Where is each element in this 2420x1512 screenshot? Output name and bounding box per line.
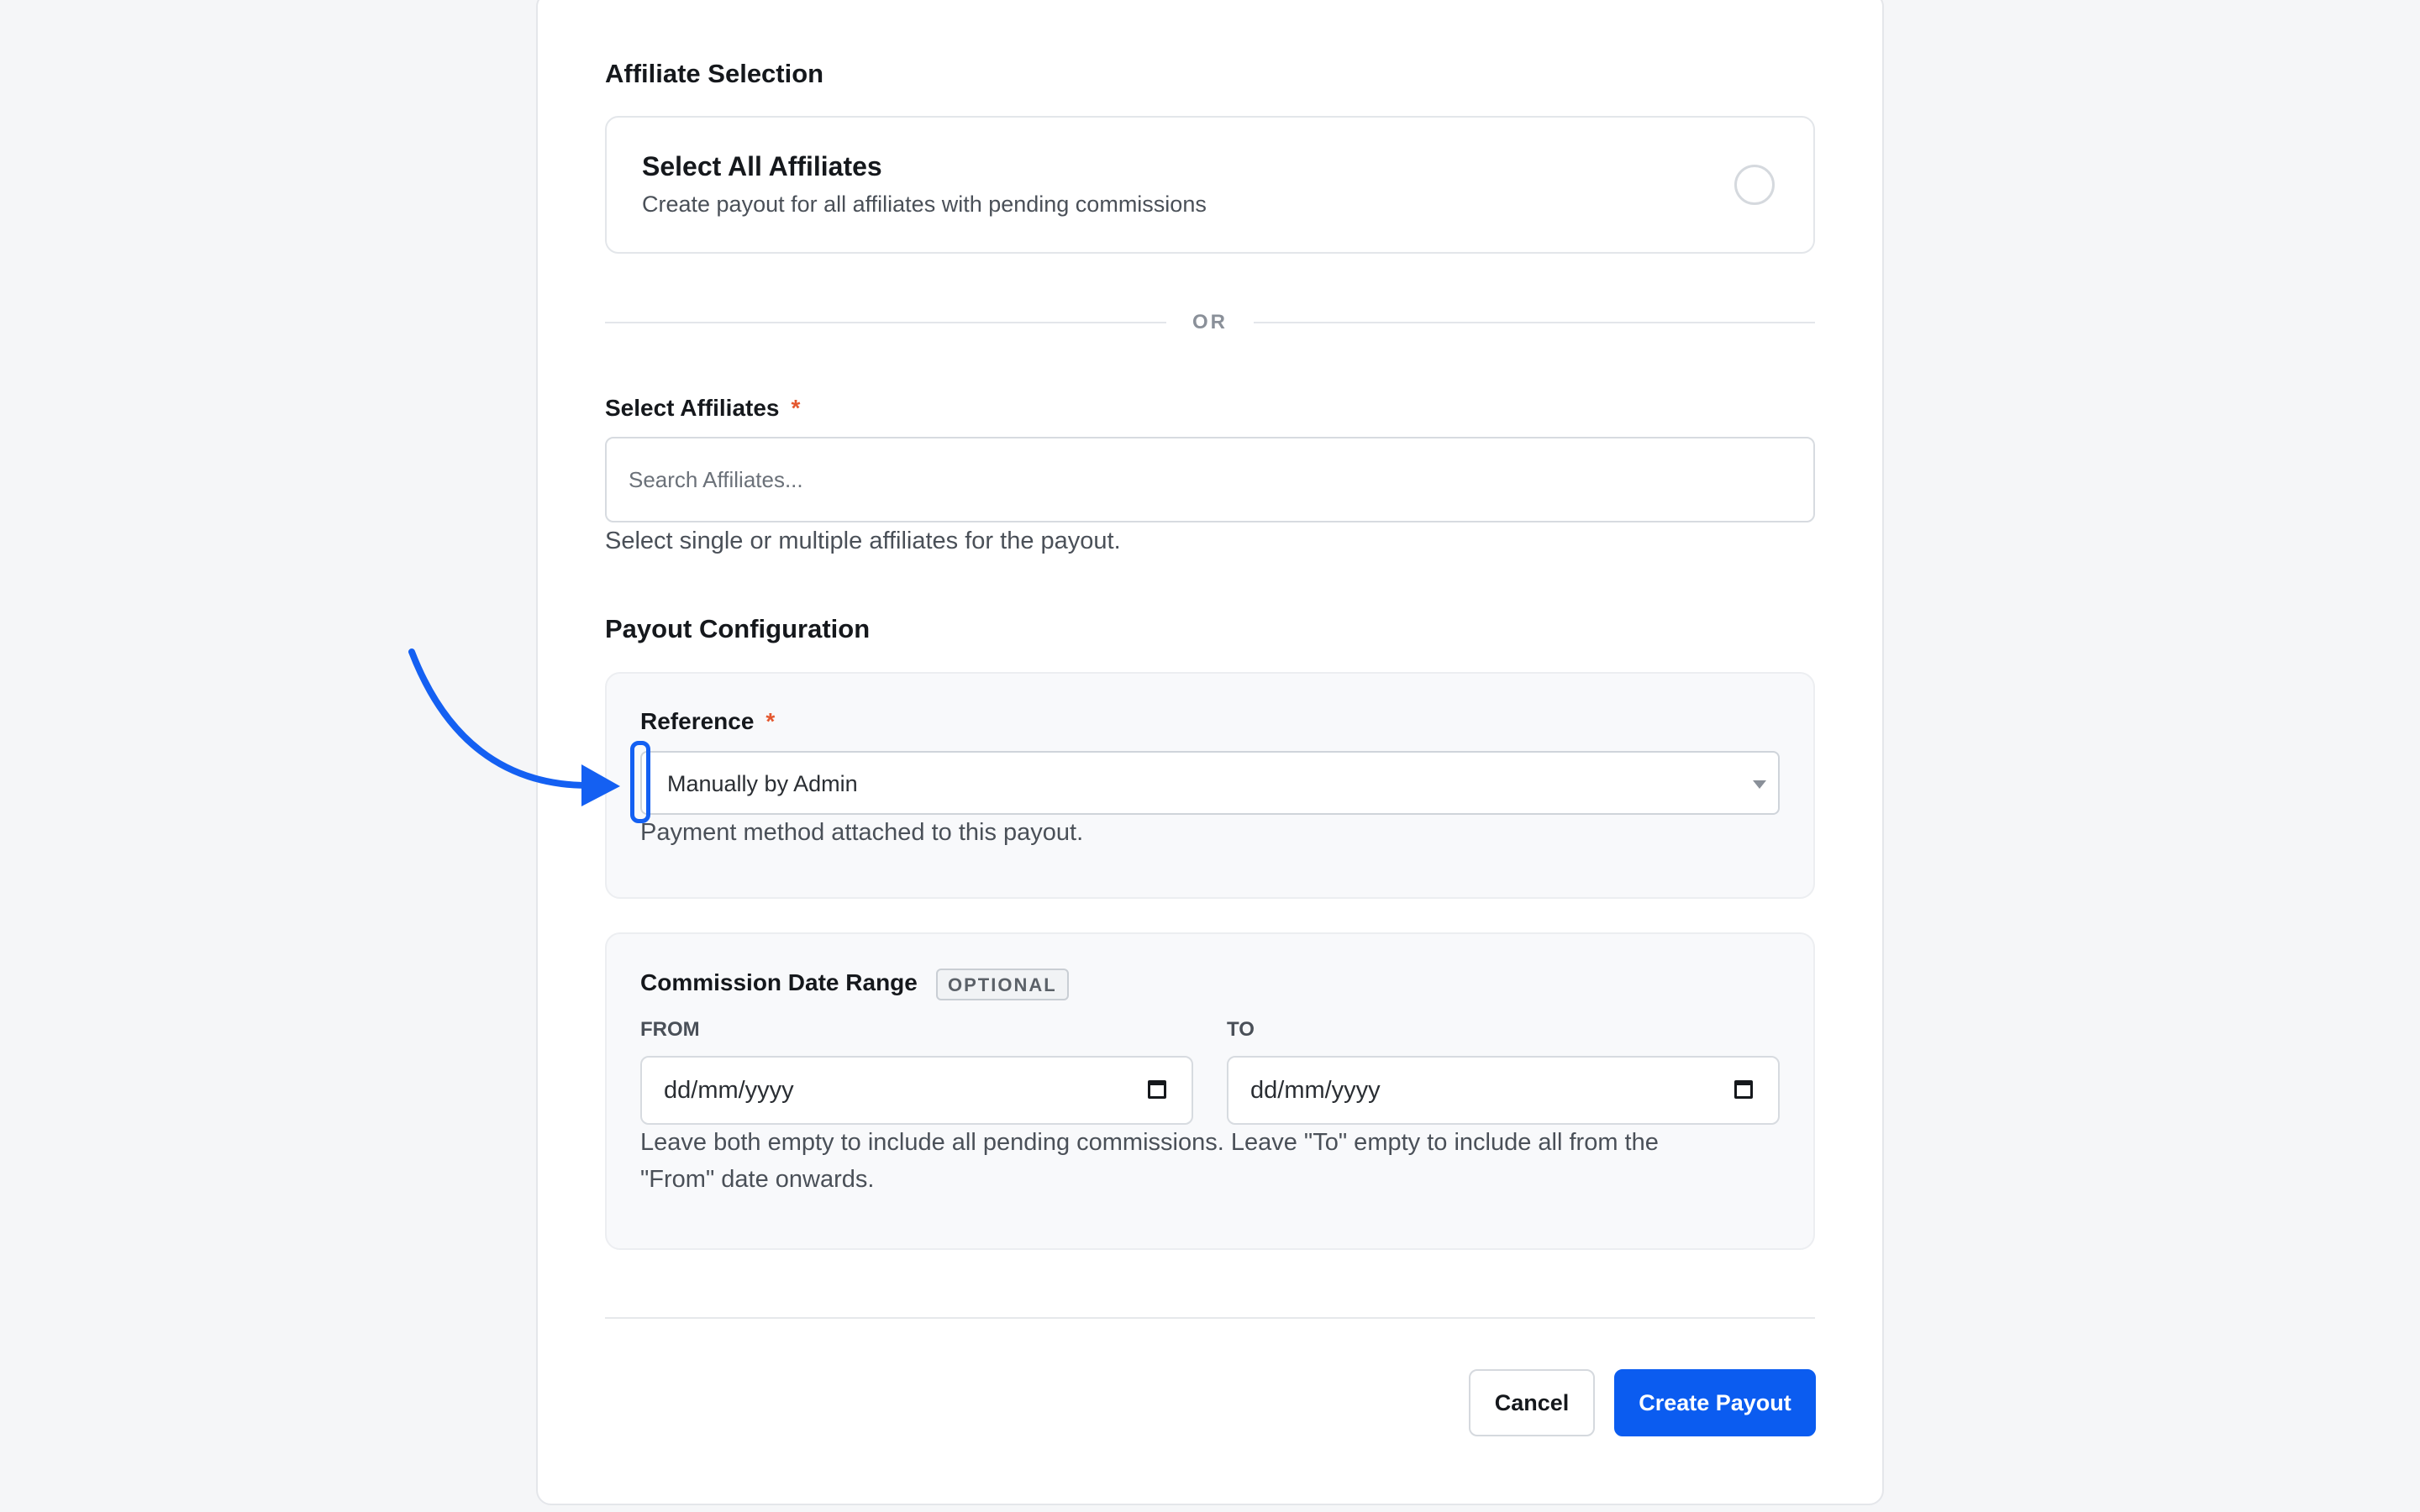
to-date-value: dd/mm/yyyy: [1250, 1077, 1381, 1104]
search-affiliates-input[interactable]: [605, 437, 1815, 522]
affiliate-selection-title: Affiliate Selection: [605, 59, 824, 88]
reference-selected-value: Manually by Admin: [667, 771, 858, 796]
cancel-button[interactable]: Cancel: [1469, 1369, 1595, 1436]
footer-divider: [605, 1317, 1815, 1319]
create-payout-button[interactable]: Create Payout: [1614, 1369, 1816, 1436]
required-asterisk: *: [791, 395, 801, 421]
reference-help: Payment method attached to this payout.: [640, 819, 1084, 846]
annotation-arrow-icon: [408, 648, 620, 806]
select-all-description: Create payout for all affiliates with pe…: [642, 192, 1207, 217]
select-affiliates-help: Select single or multiple affiliates for…: [605, 528, 1121, 554]
calendar-icon[interactable]: [1148, 1080, 1166, 1099]
from-label: FROM: [640, 1018, 700, 1041]
date-range-help-line2: "From" date onwards.: [640, 1166, 875, 1193]
divider-left: [605, 322, 1166, 323]
from-date-input[interactable]: dd/mm/yyyy: [640, 1056, 1193, 1125]
select-all-title: Select All Affiliates: [642, 151, 882, 181]
divider-right: [1254, 322, 1815, 323]
required-asterisk: *: [765, 708, 776, 734]
date-range-help-line1: Leave both empty to include all pending …: [640, 1129, 1659, 1156]
reference-select[interactable]: Manually by Admin: [640, 751, 1780, 815]
reference-label: Reference *: [640, 708, 775, 735]
calendar-icon[interactable]: [1734, 1080, 1753, 1099]
select-affiliates-label-text: Select Affiliates: [605, 395, 780, 421]
select-all-radio[interactable]: [1734, 165, 1775, 205]
annotation-highlight-box: [630, 741, 650, 823]
or-separator: OR: [1192, 311, 1228, 333]
to-date-input[interactable]: dd/mm/yyyy: [1227, 1056, 1780, 1125]
reference-label-text: Reference: [640, 708, 755, 734]
from-date-value: dd/mm/yyyy: [664, 1077, 794, 1104]
chevron-down-icon: [1753, 780, 1766, 789]
date-range-title: Commission Date Range: [640, 969, 918, 995]
select-affiliates-label: Select Affiliates *: [605, 395, 800, 422]
to-label: TO: [1227, 1018, 1255, 1041]
optional-badge: OPTIONAL: [936, 969, 1069, 1000]
select-all-affiliates-option[interactable]: Select All Affiliates Create payout for …: [605, 116, 1815, 254]
